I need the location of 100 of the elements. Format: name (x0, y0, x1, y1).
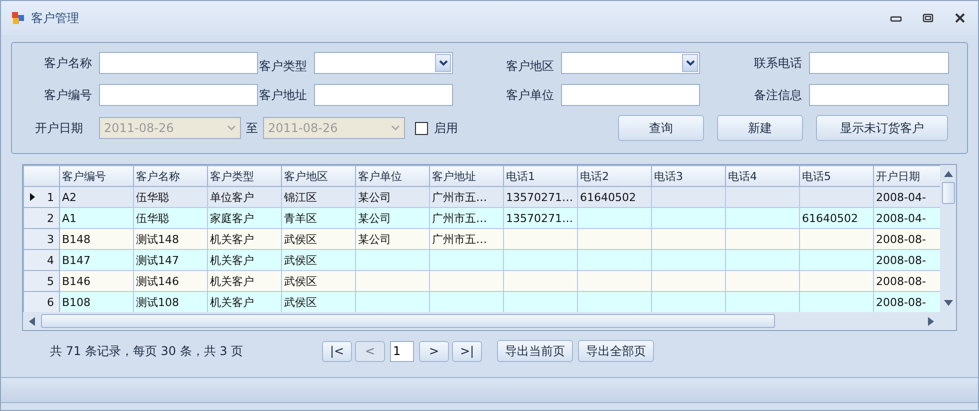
action-button[interactable]: 新建 (717, 115, 803, 141)
table-cell: 测试147 (134, 250, 208, 270)
field-label: 客户单位 (505, 86, 555, 104)
table-cell: 13570271… (504, 208, 578, 228)
table-cell: B146 (60, 270, 134, 292)
table-cell: 伍华聪 (134, 208, 208, 228)
horizontal-scrollbar[interactable] (23, 312, 956, 330)
checkbox-label: 启用 (434, 120, 458, 136)
dropdown-icon[interactable] (435, 54, 451, 72)
table-cell: 单位客户 (208, 186, 282, 208)
table-cell: 机关客户 (208, 250, 282, 270)
page-nav-button[interactable]: >| (452, 340, 482, 362)
header-corner (24, 166, 60, 186)
action-button[interactable]: 查询 (618, 115, 704, 141)
table-cell: 某公司 (356, 186, 430, 208)
field-label: 客户类型 (258, 58, 308, 74)
column-header[interactable]: 客户地址 (430, 166, 504, 186)
input-field[interactable] (99, 52, 258, 74)
table-cell: 2008-08- (874, 250, 940, 270)
column-header[interactable]: 客户单位 (356, 166, 430, 186)
action-button[interactable]: 显示未订货客户 (816, 115, 948, 141)
checkbox[interactable] (415, 122, 428, 134)
row-header[interactable]: 4 (24, 250, 60, 270)
column-header[interactable]: 电话2 (578, 166, 652, 186)
table-cell: 2008-04- (874, 186, 940, 208)
table-cell: 武侯区 (282, 228, 356, 250)
table-cell: 机关客户 (208, 292, 282, 312)
row-header[interactable]: 2 (24, 208, 60, 228)
export-button[interactable]: 导出当前页 (497, 340, 573, 362)
table-cell: A1 (60, 208, 134, 228)
scroll-left-icon[interactable] (29, 316, 35, 326)
scroll-down-icon[interactable] (944, 300, 952, 306)
column-header[interactable]: 电话4 (726, 166, 800, 186)
table-cell: 13570271… (504, 186, 578, 208)
scroll-thumb[interactable] (41, 314, 775, 328)
table-cell: 测试148 (134, 228, 208, 250)
scroll-thumb[interactable] (942, 182, 954, 204)
table-cell: 青羊区 (282, 208, 356, 228)
vertical-scrollbar[interactable] (940, 165, 956, 312)
app-icon (11, 11, 25, 25)
column-header[interactable]: 客户地区 (282, 166, 356, 186)
column-header[interactable]: 客户类型 (208, 166, 282, 186)
column-header[interactable]: 电话3 (652, 166, 726, 186)
table-cell: 广州市五… (430, 208, 504, 228)
page-number-field[interactable]: 1 (390, 340, 414, 362)
table-cell: B147 (60, 250, 134, 270)
input-field[interactable] (314, 84, 453, 106)
record-summary: 共 71 条记录，每页 30 条，共 3 页 (50, 342, 244, 360)
page-nav-button[interactable]: |< (322, 340, 352, 362)
field-label: 客户编号 (43, 86, 93, 104)
field-label: 开户日期 (34, 120, 84, 136)
table-cell: 家庭客户 (208, 208, 282, 228)
table-cell: 2008-08- (874, 270, 940, 292)
window-title: 客户管理 (31, 10, 79, 26)
export-button[interactable]: 导出全部页 (578, 340, 654, 362)
row-pointer-icon (30, 193, 35, 201)
close-icon[interactable] (954, 13, 966, 23)
table-cell: 测试146 (134, 270, 208, 292)
field-label: 备注信息 (753, 86, 803, 104)
table-cell: 61640502 (800, 208, 874, 228)
input-field[interactable] (99, 84, 258, 106)
table-cell: 广州市五… (430, 186, 504, 208)
field-label: 客户地址 (258, 86, 308, 104)
table-cell: 61640502 (578, 186, 652, 208)
field-label: 客户名称 (43, 54, 93, 72)
column-header[interactable]: 客户编号 (60, 166, 134, 186)
column-header[interactable]: 电话5 (800, 166, 874, 186)
table-cell: 机关客户 (208, 270, 282, 292)
column-header[interactable]: 客户名称 (134, 166, 208, 186)
input-field[interactable] (809, 84, 949, 106)
input-field[interactable] (809, 52, 949, 74)
table-cell: 武侯区 (282, 292, 356, 312)
column-header[interactable]: 开户日期 (874, 166, 940, 186)
table-cell: B108 (60, 292, 134, 312)
input-field[interactable] (561, 84, 700, 106)
column-header[interactable]: 电话1 (504, 166, 578, 186)
table-cell: 2008-04- (874, 208, 940, 228)
restore-icon[interactable] (922, 13, 934, 23)
table-cell: 广州市五… (430, 228, 504, 250)
table-cell: 机关客户 (208, 228, 282, 250)
row-header[interactable]: 3 (24, 228, 60, 250)
table-cell: 武侯区 (282, 250, 356, 270)
table-cell: B148 (60, 228, 134, 250)
table-cell: A2 (60, 186, 134, 208)
row-header[interactable]: 6 (24, 292, 60, 312)
row-header[interactable]: 5 (24, 270, 60, 292)
table-cell: 2008-08- (874, 228, 940, 250)
table-cell: 伍华聪 (134, 186, 208, 208)
range-separator: 至 (245, 120, 259, 136)
page-nav-button[interactable]: > (419, 340, 449, 362)
table-cell: 武侯区 (282, 270, 356, 292)
table-cell: 锦江区 (282, 186, 356, 208)
table-cell: 2008-08- (874, 292, 940, 312)
row-header[interactable]: 1 (24, 186, 60, 208)
scroll-right-icon[interactable] (928, 316, 934, 326)
table-cell: 某公司 (356, 208, 430, 228)
scroll-up-icon[interactable] (944, 171, 952, 177)
dropdown-icon[interactable] (682, 54, 698, 72)
table-cell: 某公司 (356, 228, 430, 250)
field-label: 客户地区 (505, 58, 555, 74)
